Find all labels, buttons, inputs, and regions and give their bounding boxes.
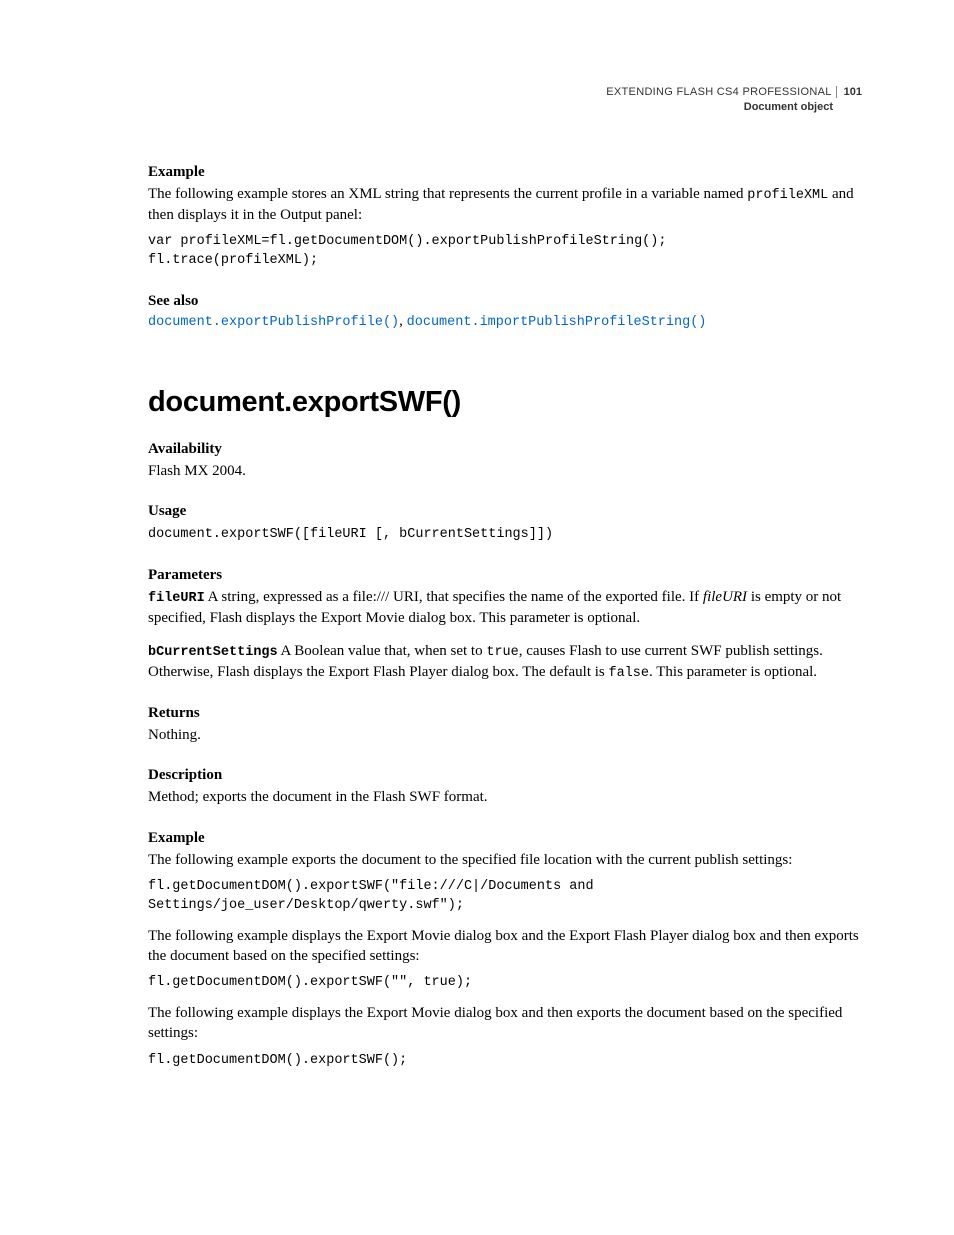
- example-code: var profileXML=fl.getDocumentDOM().expor…: [148, 233, 862, 271]
- example2-text3: The following example displays the Expor…: [148, 1003, 862, 1044]
- parameters-heading: Parameters: [148, 567, 862, 584]
- header-title: EXTENDING FLASH CS4 PROFESSIONAL: [606, 86, 831, 98]
- example2-code3: fl.getDocumentDOM().exportSWF();: [148, 1052, 862, 1071]
- see-also-links: document.exportPublishProfile(), documen…: [148, 313, 862, 330]
- returns-text: Nothing.: [148, 725, 862, 745]
- description-heading: Description: [148, 767, 862, 784]
- example2-code1: fl.getDocumentDOM().exportSWF("file:///C…: [148, 878, 862, 916]
- description-text: Method; exports the document in the Flas…: [148, 787, 862, 807]
- header-subtitle: Document object: [148, 100, 862, 115]
- example2-code2: fl.getDocumentDOM().exportSWF("", true);: [148, 974, 862, 993]
- availability-heading: Availability: [148, 441, 862, 458]
- returns-heading: Returns: [148, 705, 862, 722]
- example-text: The following example stores an XML stri…: [148, 184, 862, 225]
- usage-code: document.exportSWF([fileURI [, bCurrentS…: [148, 526, 862, 545]
- example2-text1: The following example exports the docume…: [148, 850, 862, 870]
- link-import-publish-profile-string[interactable]: document.importPublishProfileString(): [407, 315, 707, 330]
- usage-heading: Usage: [148, 503, 862, 520]
- method-heading: document.exportSWF(): [148, 386, 862, 419]
- link-export-publish-profile[interactable]: document.exportPublishProfile(): [148, 315, 399, 330]
- page-header: EXTENDING FLASH CS4 PROFESSIONAL 101 Docu…: [148, 85, 862, 116]
- document-page: EXTENDING FLASH CS4 PROFESSIONAL 101 Docu…: [0, 0, 954, 1235]
- example2-heading: Example: [148, 830, 862, 847]
- example2-text2: The following example displays the Expor…: [148, 926, 862, 967]
- param-bcurrentsettings: bCurrentSettings A Boolean value that, w…: [148, 641, 862, 683]
- example-heading: Example: [148, 164, 862, 181]
- availability-text: Flash MX 2004.: [148, 461, 862, 481]
- param-fileuri: fileURI A string, expressed as a file://…: [148, 587, 862, 628]
- see-also-heading: See also: [148, 293, 862, 310]
- page-number: 101: [836, 86, 862, 98]
